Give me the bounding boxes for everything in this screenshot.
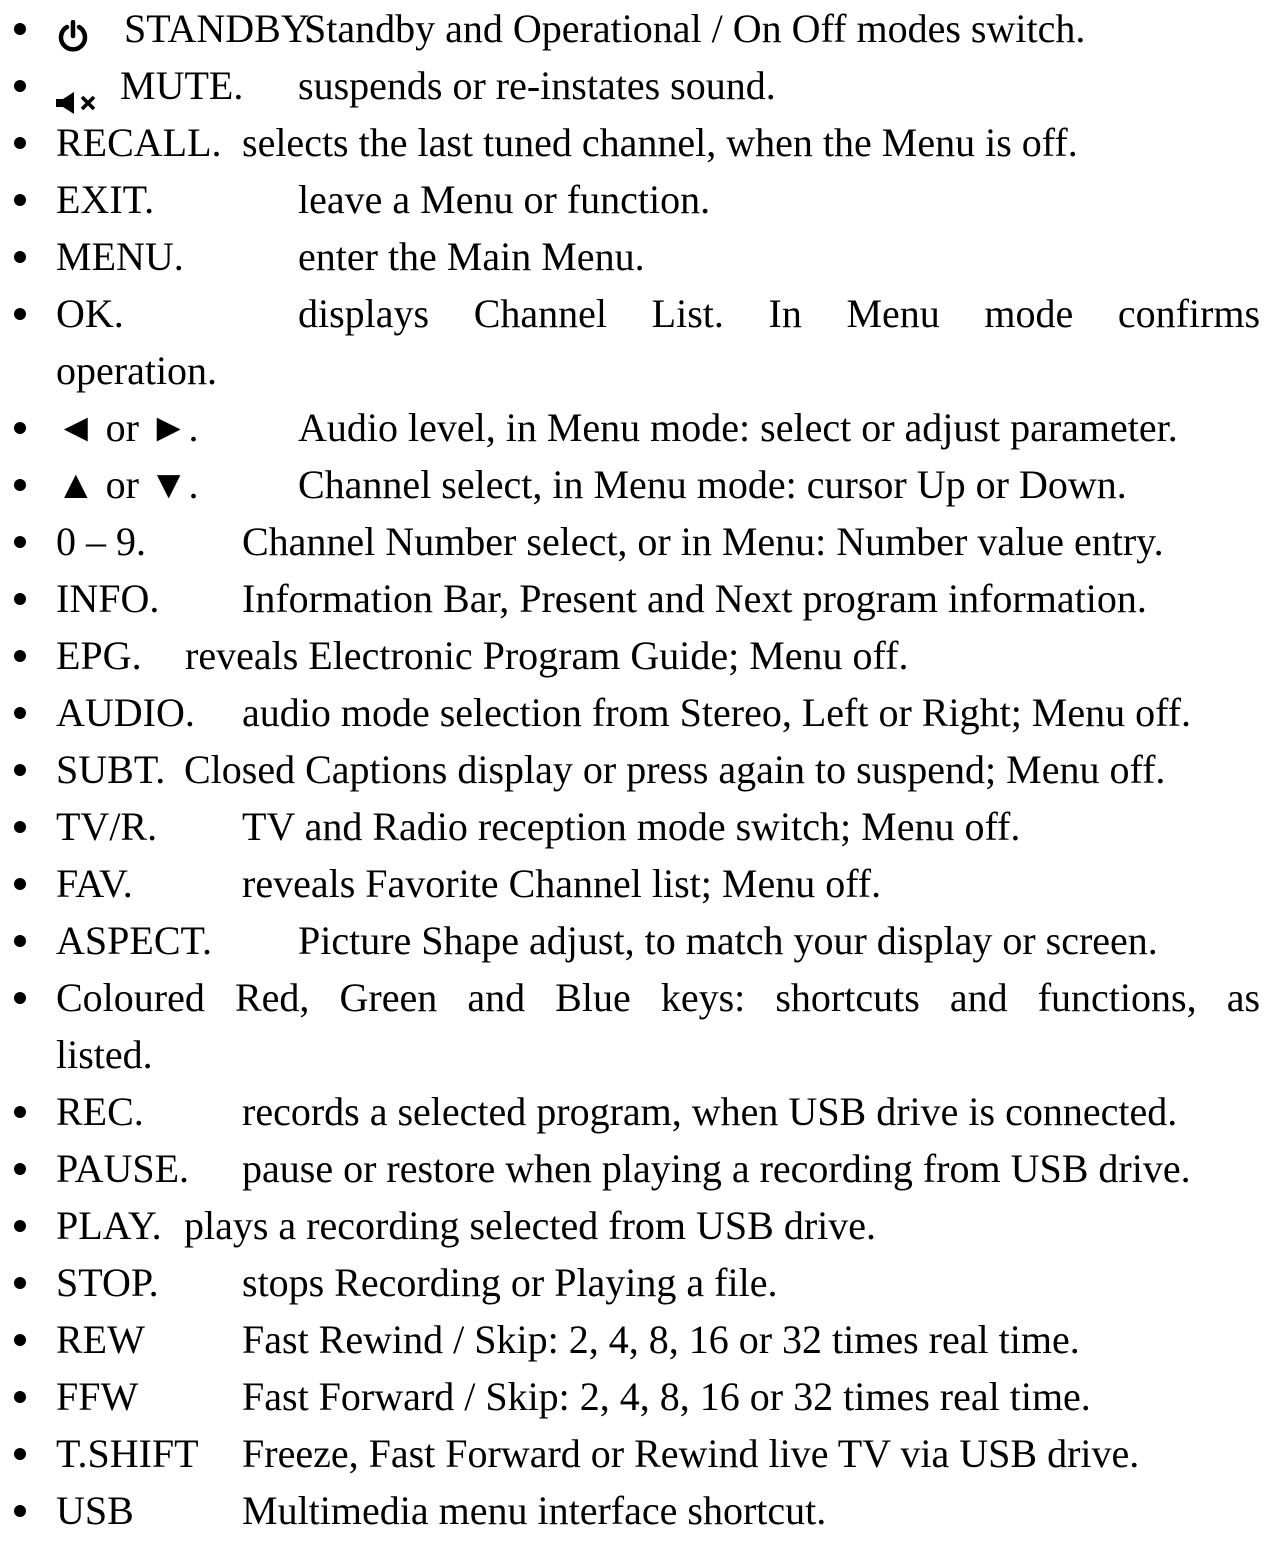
word: confirms bbox=[1117, 291, 1261, 336]
key-label: MENU. bbox=[56, 234, 184, 279]
bullet-dot bbox=[14, 1391, 26, 1403]
word: displays bbox=[298, 291, 430, 336]
bullet-dot bbox=[14, 707, 26, 719]
bullet-dot bbox=[14, 1220, 26, 1232]
key-description: Fast Rewind / Skip: 2, 4, 8, 16 or 32 ti… bbox=[242, 1317, 1080, 1362]
key-description: displays Channel List. In Menu mode conf… bbox=[298, 285, 1260, 342]
word: Coloured bbox=[56, 975, 205, 1020]
key-label: ASPECT. bbox=[56, 918, 212, 963]
bullet-dot bbox=[14, 1505, 26, 1517]
word: and bbox=[949, 975, 1008, 1020]
key-label: STANDBY. bbox=[124, 6, 315, 51]
bullet-dot bbox=[14, 23, 26, 35]
key-label: PAUSE. bbox=[56, 1146, 190, 1191]
key-label: ◄ or ►. bbox=[56, 405, 199, 450]
list-item-coloured-keys: Coloured Red, Green and Blue keys: short… bbox=[0, 969, 1274, 1083]
bullet-dot bbox=[14, 992, 26, 1004]
key-description: Audio level, in Menu mode: select or adj… bbox=[298, 405, 1178, 450]
word: In bbox=[768, 291, 802, 336]
key-description: Information Bar, Present and Next progra… bbox=[242, 576, 1147, 621]
key-description: audio mode selection from Stereo, Left o… bbox=[242, 690, 1192, 735]
key-description: pause or restore when playing a recordin… bbox=[242, 1146, 1191, 1191]
key-description: selects the last tuned channel, when the… bbox=[242, 120, 1078, 165]
word: Channel bbox=[473, 291, 608, 336]
word: List. bbox=[651, 291, 724, 336]
power-icon bbox=[56, 12, 90, 69]
word: and bbox=[467, 975, 526, 1020]
bullet-dot bbox=[14, 935, 26, 947]
key-label: STOP. bbox=[56, 1260, 159, 1305]
key-label: AUDIO. bbox=[56, 690, 195, 735]
bullet-dot bbox=[14, 80, 26, 92]
key-description: Channel Number select, or in Menu: Numbe… bbox=[242, 519, 1164, 564]
key-label: TV/R. bbox=[56, 804, 158, 849]
key-label: FFW bbox=[56, 1374, 139, 1419]
bullet-dot bbox=[14, 650, 26, 662]
key-label: RECALL. bbox=[56, 120, 222, 165]
key-label: FAV. bbox=[56, 861, 133, 906]
key-label: USB bbox=[56, 1488, 134, 1533]
key-label: T.SHIFT bbox=[56, 1431, 199, 1476]
key-description: Picture Shape adjust, to match your disp… bbox=[298, 918, 1158, 963]
key-label: OK. bbox=[56, 291, 124, 336]
bullet-dot bbox=[14, 479, 26, 491]
bullet-dot bbox=[14, 593, 26, 605]
bullet-dot bbox=[14, 194, 26, 206]
word: Red, bbox=[234, 975, 310, 1020]
key-label: REW bbox=[56, 1317, 145, 1362]
key-description-continued: operation. bbox=[56, 348, 218, 393]
key-label: PLAY. bbox=[56, 1203, 162, 1248]
word: functions, bbox=[1037, 975, 1197, 1020]
key-label: REC. bbox=[56, 1089, 144, 1134]
word: Menu bbox=[846, 291, 940, 336]
bullet-dot bbox=[14, 821, 26, 833]
key-label: 0 – 9. bbox=[56, 519, 146, 564]
key-label: SUBT. bbox=[56, 747, 166, 792]
key-label: MUTE. bbox=[120, 63, 244, 108]
key-description: Standby and Operational / On Off modes s… bbox=[304, 6, 1086, 51]
bullet-dot bbox=[14, 1334, 26, 1346]
key-description: records a selected program, when USB dri… bbox=[242, 1089, 1178, 1134]
key-description: enter the Main Menu. bbox=[298, 234, 645, 279]
key-description: Closed Captions display or press again t… bbox=[184, 747, 1166, 792]
key-description: Channel select, in Menu mode: cursor Up … bbox=[298, 462, 1127, 507]
key-description-continued: listed. bbox=[56, 1032, 153, 1077]
key-description: Coloured Red, Green and Blue keys: short… bbox=[56, 969, 1260, 1026]
bullet-dot bbox=[14, 764, 26, 776]
bullet-dot bbox=[14, 308, 26, 320]
key-description: Fast Forward / Skip: 2, 4, 8, 16 or 32 t… bbox=[242, 1374, 1091, 1419]
key-description: stops Recording or Playing a file. bbox=[242, 1260, 778, 1305]
word: as bbox=[1226, 975, 1261, 1020]
bullet-dot bbox=[14, 1106, 26, 1118]
key-description: reveals Favorite Channel list; Menu off. bbox=[242, 861, 882, 906]
bullet-dot bbox=[14, 137, 26, 149]
bullet-dot bbox=[14, 1448, 26, 1460]
bullet-dot bbox=[14, 1277, 26, 1289]
bullet-dot bbox=[14, 878, 26, 890]
key-description: plays a recording selected from USB driv… bbox=[184, 1203, 877, 1248]
key-label: ▲ or ▼. bbox=[56, 462, 199, 507]
key-description: reveals Electronic Program Guide; Menu o… bbox=[185, 633, 909, 678]
key-label: EXIT. bbox=[56, 177, 155, 222]
word: shortcuts bbox=[775, 975, 920, 1020]
key-description: suspends or re-instates sound. bbox=[298, 63, 776, 108]
key-description: Freeze, Fast Forward or Rewind live TV v… bbox=[242, 1431, 1140, 1476]
word: Blue bbox=[555, 975, 631, 1020]
word: keys: bbox=[660, 975, 746, 1020]
key-description: TV and Radio reception mode switch; Menu… bbox=[242, 804, 1021, 849]
key-description: Multimedia menu interface shortcut. bbox=[242, 1488, 827, 1533]
list-item-ok: OK. displays Channel List. In Menu mode … bbox=[0, 285, 1274, 399]
word: Green bbox=[339, 975, 438, 1020]
bullet-dot bbox=[14, 536, 26, 548]
bullet-dot bbox=[14, 251, 26, 263]
bullet-dot bbox=[14, 422, 26, 434]
key-label: INFO. bbox=[56, 576, 160, 621]
key-label: EPG. bbox=[56, 633, 142, 678]
bullet-dot bbox=[14, 1163, 26, 1175]
key-description: leave a Menu or function. bbox=[298, 177, 711, 222]
word: mode bbox=[984, 291, 1074, 336]
